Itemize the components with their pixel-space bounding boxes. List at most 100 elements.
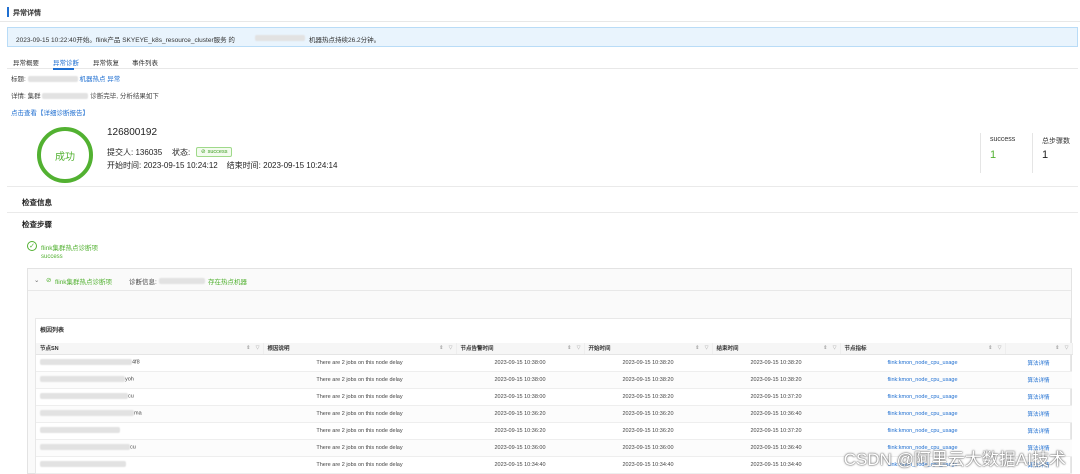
algorithm-detail-link[interactable]: 算法详情 — [1005, 422, 1072, 440]
alarm-time-cell: 2023-09-15 10:38:00 — [456, 354, 584, 372]
end-time-cell: 2023-09-15 10:37:20 — [712, 422, 840, 440]
alarm-time-cell: 2023-09-15 10:36:00 — [456, 439, 584, 457]
filter-icon: ▽ — [704, 345, 709, 351]
redacted-text — [40, 359, 132, 366]
alarm-time-cell: 2023-09-15 10:38:00 — [456, 388, 584, 406]
time-line: 开始时间: 2023-09-15 10:24:12 结束时间: 2023-09-… — [107, 160, 337, 171]
column-header[interactable]: 结束时间 ⇕ ▽ — [712, 343, 841, 355]
table-row: 4f8 There are 2 jobs on this node delay 20… — [36, 354, 1072, 372]
diagnosis-panel: ⌄ ⊘ flink集群热点诊断项 诊断信息: 存在热点机器 根因列表 节点SN ⇕… — [27, 268, 1073, 474]
redacted-text — [42, 93, 89, 100]
end-time-cell: 2023-09-15 10:36:40 — [712, 405, 840, 423]
check-circle-icon: ✓ — [27, 241, 37, 251]
panel-step-name: flink集群热点诊断项 — [55, 279, 113, 286]
tab-recovery[interactable]: 异常恢复 — [93, 57, 119, 67]
end-time-cell: 2023-09-15 10:36:40 — [712, 439, 840, 457]
redacted-text — [40, 376, 125, 383]
algorithm-detail-link[interactable]: 算法详情 — [1005, 388, 1072, 406]
table-header-row: 节点SN ⇕ ▽ 根因说明 ⇕ ▽ 节点告警时间 ⇕ ▽ 开始时间 ⇕ ▽ 结束时间 ⇕ ▽ 节点指… — [36, 343, 1073, 355]
node-sn-cell: cu — [36, 439, 263, 457]
sort-icon: ⇕ — [695, 345, 700, 351]
end-time-cell: 2023-09-15 10:37:20 — [712, 388, 840, 406]
node-metric-link[interactable]: flink:kmon_node_cpu_usage — [840, 354, 1005, 372]
alarm-time-cell: 2023-09-15 10:36:20 — [456, 422, 584, 440]
redacted-text — [40, 393, 128, 400]
start-time-cell: 2023-09-15 10:38:20 — [584, 388, 712, 406]
start-time: 2023-09-15 10:24:12 — [143, 161, 218, 170]
node-metric-link[interactable]: flink:kmon_node_cpu_usage — [840, 422, 1005, 440]
cause-cell: There are 2 jobs on this node delay — [263, 439, 456, 457]
start-time-cell: 2023-09-15 10:38:20 — [584, 354, 712, 372]
alarm-time-cell: 2023-09-15 10:36:20 — [456, 405, 584, 423]
section-divider — [7, 212, 1078, 213]
start-time-cell: 2023-09-15 10:34:40 — [584, 456, 712, 474]
filter-icon: ▽ — [1064, 345, 1069, 351]
algorithm-detail-link[interactable]: 算法详情 — [1005, 405, 1072, 423]
tab-overview[interactable]: 异常概要 — [13, 57, 39, 67]
node-sn-cell: 4f8 — [36, 354, 263, 372]
title-suffix[interactable]: 机器热点 异常 — [79, 76, 120, 83]
job-id: 126800192 — [107, 127, 158, 138]
end-time-cell: 2023-09-15 10:38:20 — [712, 371, 840, 389]
banner-text-start: 2023-09-15 10:22:40开始。flink产品 SKYEYE_k8s… — [16, 37, 235, 44]
sort-icon: ⇕ — [439, 345, 444, 351]
chevron-down-icon[interactable]: ⌄ — [34, 276, 39, 284]
cause-cell: There are 2 jobs on this node delay — [263, 405, 456, 423]
cause-cell: There are 2 jobs on this node delay — [263, 371, 456, 389]
check-steps-heading: 检查步骤 — [22, 220, 52, 229]
banner-text-end: 机器热点持续26.2分钟。 — [309, 37, 381, 44]
cause-cell: There are 2 jobs on this node delay — [263, 354, 456, 372]
status-circle: 成功 — [37, 127, 93, 183]
diagnosis-info-label: 诊断信息: — [129, 279, 157, 286]
step-name[interactable]: flink集群热点诊断项 — [41, 242, 98, 252]
filter-icon: ▽ — [576, 345, 581, 351]
submitter-value: 136035 — [135, 148, 163, 157]
column-header[interactable]: 开始时间 ⇕ ▽ — [584, 343, 713, 355]
node-sn-cell: ma — [36, 405, 263, 423]
start-label: 开始时间: — [107, 161, 142, 170]
step-status: success — [41, 254, 63, 260]
panel-header[interactable]: ⌄ ⊘ flink集群热点诊断项 诊断信息: 存在热点机器 — [28, 269, 1071, 291]
node-metric-link[interactable]: flink:kmon_node_cpu_usage — [840, 388, 1005, 406]
table-row: ma There are 2 jobs on this node delay 202… — [36, 405, 1072, 423]
redacted-text — [40, 461, 126, 468]
detail-line: 详情: 集群 诊断完毕, 分析结果如下 — [11, 90, 159, 100]
section-divider — [7, 186, 1078, 187]
stat-divider — [1032, 133, 1033, 173]
table-row: There are 2 jobs on this node delay 2023-… — [36, 422, 1072, 440]
node-sn-suffix: ma — [134, 410, 142, 417]
cause-cell: There are 2 jobs on this node delay — [263, 388, 456, 406]
node-metric-link[interactable]: flink:kmon_node_cpu_usage — [840, 405, 1005, 423]
sort-icon: ⇕ — [567, 345, 572, 351]
filter-icon: ▽ — [255, 345, 260, 351]
algorithm-detail-link[interactable]: 算法详情 — [1005, 354, 1072, 372]
tab-diagnosis[interactable]: 异常诊断 — [53, 57, 79, 67]
column-header[interactable]: 根因说明 ⇕ ▽ — [263, 343, 457, 355]
algorithm-detail-link[interactable]: 算法详情 — [1005, 371, 1072, 389]
node-metric-link[interactable]: flink:kmon_node_cpu_usage — [840, 371, 1005, 389]
detail-prefix: 详情: 集群 — [11, 93, 41, 100]
active-tab-indicator — [53, 68, 74, 70]
start-time-cell: 2023-09-15 10:38:20 — [584, 371, 712, 389]
node-sn-cell — [36, 422, 263, 440]
cause-cell: There are 2 jobs on this node delay — [263, 456, 456, 474]
stat-total-value: 1 — [1042, 149, 1049, 161]
check-circle-icon: ⊘ — [46, 277, 52, 284]
stat-total-label: 总步骤数 — [1042, 138, 1070, 145]
column-header[interactable]: 节点告警时间 ⇕ ▽ — [456, 343, 585, 355]
sort-icon: ⇕ — [246, 345, 251, 351]
status-label: 状态: — [172, 148, 191, 157]
column-header[interactable]: 节点指标 ⇕ ▽ — [840, 343, 1006, 355]
redacted-text — [40, 427, 120, 434]
column-header[interactable]: ⇕ ▽ — [1005, 343, 1073, 355]
detail-report-link[interactable]: 点击查看【详细诊断报告】 — [11, 107, 89, 117]
start-time-cell: 2023-09-15 10:36:00 — [584, 439, 712, 457]
start-time-cell: 2023-09-15 10:36:20 — [584, 422, 712, 440]
title-prefix: 标题: — [11, 76, 26, 83]
filter-icon: ▽ — [997, 345, 1002, 351]
tab-events[interactable]: 事件列表 — [132, 57, 158, 67]
end-time-cell: 2023-09-15 10:34:40 — [712, 456, 840, 474]
node-sn-cell: yoh — [36, 371, 263, 389]
cause-cell: There are 2 jobs on this node delay — [263, 422, 456, 440]
column-header[interactable]: 节点SN ⇕ ▽ — [36, 343, 264, 355]
